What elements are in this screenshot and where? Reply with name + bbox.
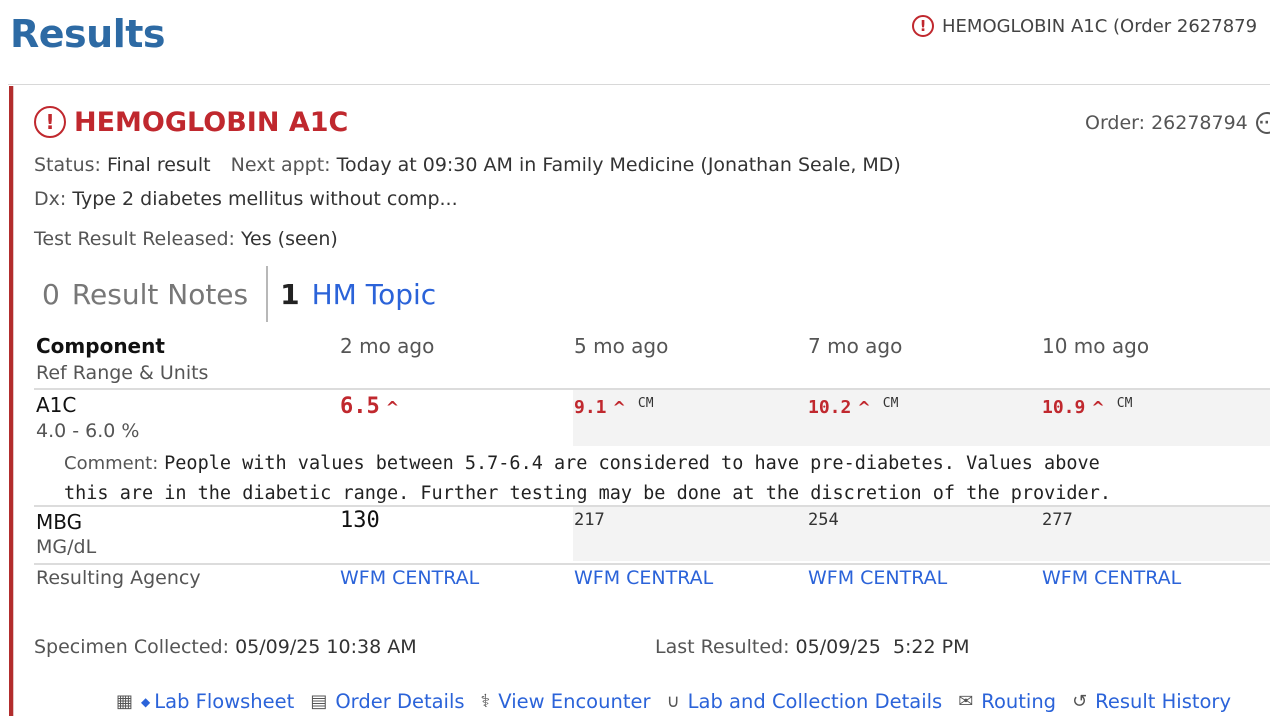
result-value[interactable]: 277: [1042, 510, 1073, 530]
tab-label: HM Topic: [311, 277, 437, 311]
status-value: Final result: [107, 154, 211, 176]
component-ref: 4.0 - 6.0 %: [36, 420, 140, 442]
lab-collection-details-link[interactable]: ∪ Lab and Collection Details: [666, 690, 942, 713]
result-tabs: 0 Result Notes 1 HM Topic: [34, 266, 444, 322]
resulting-agency-link[interactable]: WFM CENTRAL: [574, 567, 713, 589]
history-shade: [573, 390, 1270, 446]
more-options-icon[interactable]: ···: [1255, 112, 1270, 134]
order-label: Order:: [1085, 112, 1146, 134]
routing-envelope-icon: ✉: [958, 691, 974, 712]
next-appt-value: Today at 09:30 AM in Family Medicine (Jo…: [336, 154, 901, 176]
result-value[interactable]: 9.1 ^ CM: [574, 396, 654, 418]
component-header: Component: [36, 334, 165, 358]
value-text: 6.5: [340, 394, 380, 419]
resulting-agency-link[interactable]: WFM CENTRAL: [808, 567, 947, 589]
link-label: Lab Flowsheet: [154, 690, 295, 713]
footer-actions: ▦ ◆ Lab Flowsheet ▤ Order Details ⚕ View…: [116, 690, 1247, 713]
last-resulted-label: Last Resulted:: [655, 636, 790, 658]
result-value[interactable]: 10.9 ^ CM: [1042, 396, 1132, 418]
tab-result-notes[interactable]: 0 Result Notes: [34, 278, 256, 311]
high-flag-icon: ^: [385, 398, 400, 417]
pin-icon: ◆: [141, 694, 151, 709]
stethoscope-icon: ⚕: [480, 691, 491, 712]
order-number: Order: 26278794 ···: [1085, 112, 1270, 134]
flowsheet-icon: ▦: [116, 691, 134, 712]
row-divider: [34, 563, 1270, 565]
specimen-collected-value: 05/09/25 10:38 AM: [235, 636, 417, 658]
status-line: Status: Final result Next appt: Today at…: [34, 154, 901, 176]
header-result-label: HEMOGLOBIN A1C (Order 2627879: [942, 15, 1258, 37]
header-result-tab[interactable]: ! HEMOGLOBIN A1C (Order 2627879: [912, 15, 1257, 37]
result-value[interactable]: 217: [574, 510, 605, 530]
comment-text: People with values between 5.7-6.4 are c…: [164, 453, 1100, 474]
link-label: Order Details: [335, 690, 465, 713]
value-text: 10.9: [1042, 397, 1086, 418]
result-comment: Comment: People with values between 5.7-…: [64, 449, 1270, 509]
tab-label: Result Notes: [71, 277, 249, 311]
value-text: 10.2: [808, 397, 852, 418]
specimen-collected-label: Specimen Collected:: [34, 636, 230, 658]
value-text: 9.1: [574, 397, 607, 418]
high-flag-icon: ^: [1091, 398, 1105, 417]
result-note: CM: [1116, 396, 1133, 411]
result-note: CM: [637, 396, 654, 411]
tab-count: 0: [42, 277, 60, 311]
last-resulted-value: 05/09/25 5:22 PM: [795, 636, 970, 658]
order-value: 26278794: [1151, 112, 1248, 134]
specimen-collected: Specimen Collected: 05/09/25 10:38 AM: [34, 636, 417, 658]
component-name: A1C: [36, 393, 77, 417]
released-label: Test Result Released:: [34, 228, 235, 250]
link-label: Result History: [1095, 690, 1231, 713]
alert-icon: !: [912, 15, 934, 37]
high-flag-icon: ^: [857, 398, 871, 417]
column-header: 10 mo ago: [1042, 334, 1150, 358]
header-divider: [8, 84, 1270, 85]
resulting-agency-link[interactable]: WFM CENTRAL: [340, 567, 479, 589]
link-label: Lab and Collection Details: [687, 690, 943, 713]
result-title-text: HEMOGLOBIN A1C: [74, 106, 349, 138]
order-details-icon: ▤: [310, 691, 328, 712]
routing-link[interactable]: ✉ Routing: [958, 690, 1056, 713]
lab-flowsheet-link[interactable]: ▦ ◆ Lab Flowsheet: [116, 690, 294, 713]
ref-range-header: Ref Range & Units: [36, 362, 209, 384]
tab-divider: [266, 266, 269, 322]
tab-hm-topic[interactable]: 1 HM Topic: [272, 278, 444, 311]
card-border-shadow: [13, 86, 14, 716]
result-value[interactable]: 130: [340, 508, 380, 533]
dx-value: Type 2 diabetes mellitus without comp...: [72, 188, 458, 210]
view-encounter-link[interactable]: ⚕ View Encounter: [481, 690, 651, 713]
status-label: Status:: [34, 154, 101, 176]
history-icon: ↺: [1072, 691, 1088, 712]
column-header: 2 mo ago: [340, 334, 435, 358]
released-line: Test Result Released: Yes (seen): [34, 228, 338, 250]
tab-count: 1: [280, 277, 300, 311]
page-title: Results: [10, 12, 166, 56]
column-header: 5 mo ago: [574, 334, 669, 358]
result-title: ! HEMOGLOBIN A1C: [34, 106, 348, 138]
next-appt-label: Next appt:: [230, 154, 331, 176]
result-note: CM: [882, 396, 899, 411]
high-flag-icon: ^: [612, 398, 626, 417]
resulting-agency-link[interactable]: WFM CENTRAL: [1042, 567, 1181, 589]
dx-label: Dx:: [34, 188, 67, 210]
resulting-agency-label: Resulting Agency: [36, 567, 201, 589]
result-value[interactable]: 254: [808, 510, 839, 530]
dx-line: Dx: Type 2 diabetes mellitus without com…: [34, 188, 458, 210]
link-label: View Encounter: [498, 690, 651, 713]
result-history-link[interactable]: ↺ Result History: [1072, 690, 1231, 713]
component-ref: MG/dL: [36, 536, 97, 558]
column-header: 7 mo ago: [808, 334, 903, 358]
alert-icon: !: [34, 106, 66, 138]
comment-text: this are in the diabetic range. Further …: [64, 483, 1111, 504]
link-label: Routing: [981, 690, 1057, 713]
component-name: MBG: [36, 510, 83, 534]
released-value: Yes (seen): [240, 228, 338, 250]
result-value[interactable]: 10.2 ^ CM: [808, 396, 898, 418]
history-shade: [573, 507, 1270, 561]
order-details-link[interactable]: ▤ Order Details: [310, 690, 464, 713]
test-tube-icon: ∪: [666, 691, 680, 712]
last-resulted: Last Resulted: 05/09/25 5:22 PM: [655, 636, 970, 658]
comment-label: Comment:: [64, 453, 159, 474]
result-value[interactable]: 6.5 ^: [340, 394, 399, 419]
